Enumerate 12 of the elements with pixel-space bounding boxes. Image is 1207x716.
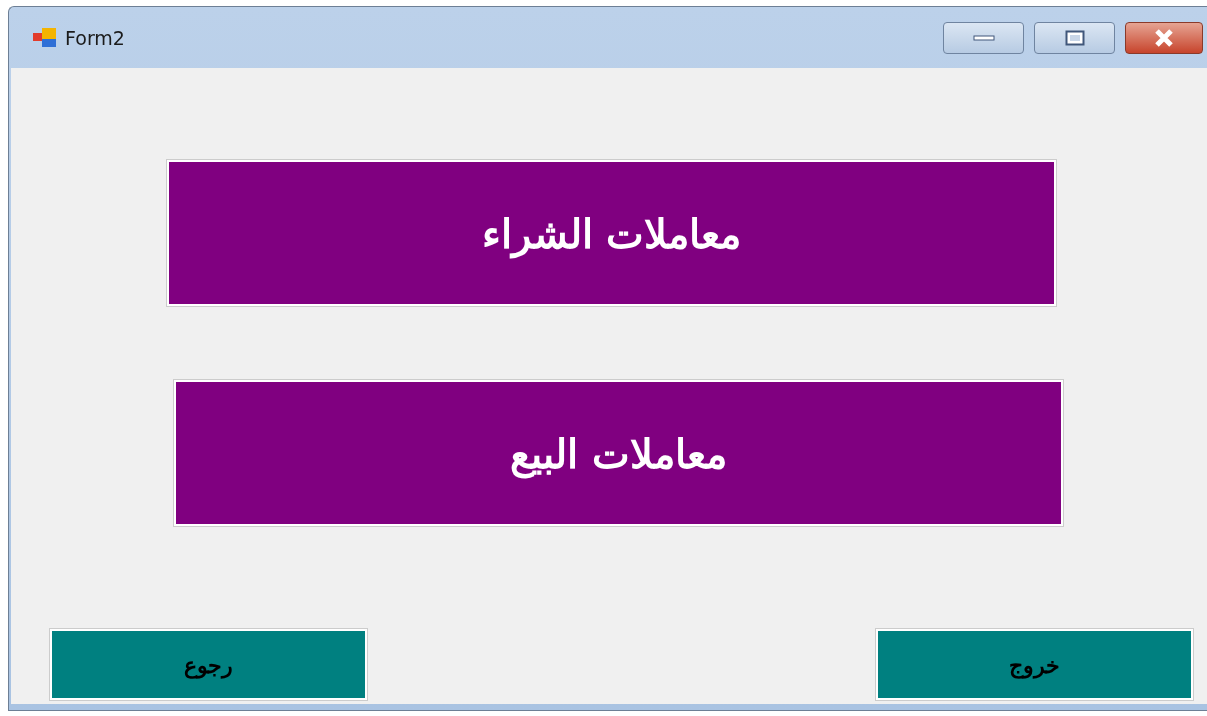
window-title: Form2	[65, 26, 126, 49]
transactions-button[interactable]: معاملات البيع	[174, 380, 1063, 526]
minimize-icon	[972, 33, 995, 42]
action-button[interactable]: خروج	[876, 629, 1193, 700]
transactions-button[interactable]: معاملات الشراء	[167, 160, 1056, 306]
close-icon	[1152, 27, 1176, 48]
close-button[interactable]	[1125, 21, 1203, 54]
action-button[interactable]: رجوع	[50, 629, 367, 700]
maximize-icon	[1064, 29, 1085, 46]
maximize-button[interactable]	[1034, 21, 1115, 54]
app-icon	[33, 27, 57, 48]
minimize-button[interactable]	[943, 21, 1024, 54]
